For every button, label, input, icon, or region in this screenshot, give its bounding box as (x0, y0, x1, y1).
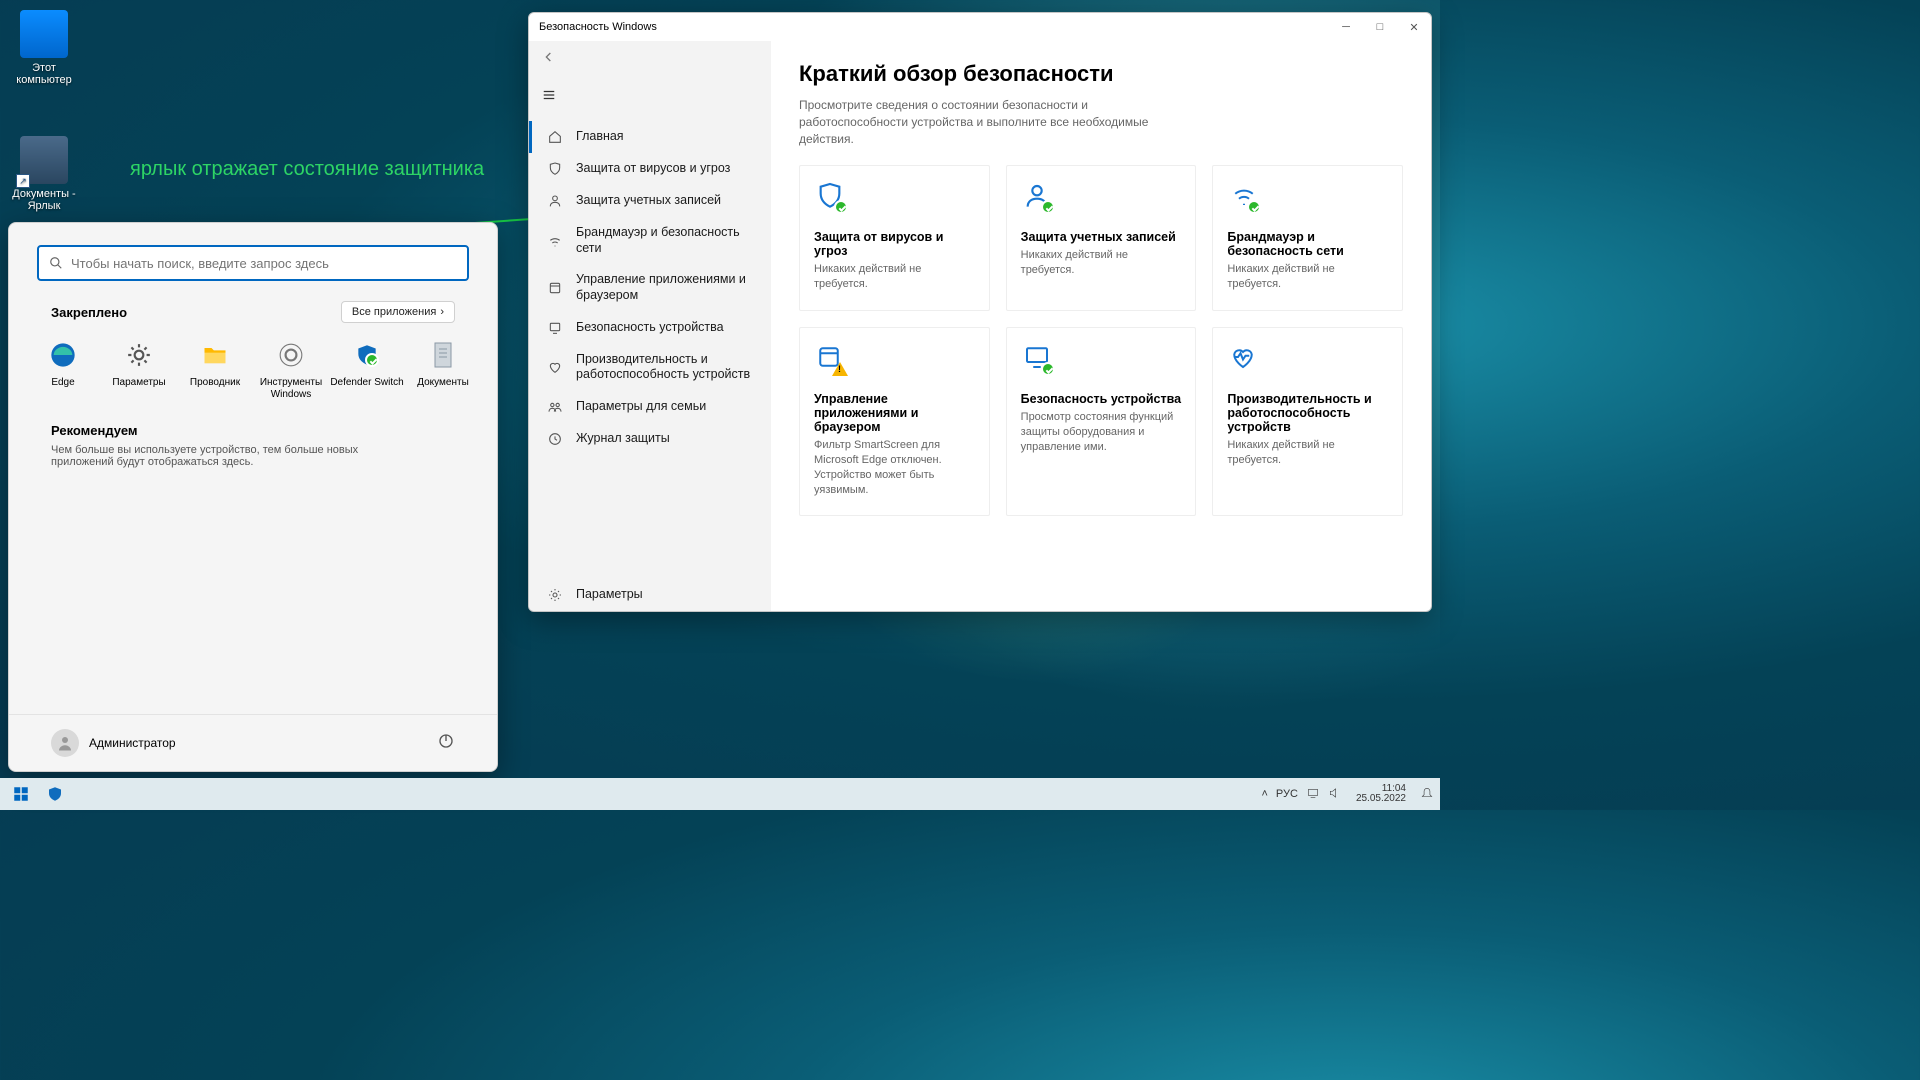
chevron-right-icon: › (440, 306, 444, 318)
page-lead: Просмотрите сведения о состоянии безопас… (799, 97, 1199, 147)
tile-wifi[interactable]: Брандмауэр и безопасность сетиНикаких де… (1212, 165, 1403, 311)
tools-icon (275, 339, 307, 371)
tray-chevron-icon[interactable]: ˄ (1261, 788, 1267, 800)
minimize-button[interactable]: ─ (1329, 13, 1363, 41)
taskbar: ˄ РУС 11:04 25.05.2022 (0, 778, 1440, 810)
start-menu: Закреплено Все приложения › Edge Парамет… (8, 222, 498, 772)
sidebar-item-device[interactable]: Безопасность устройства (529, 312, 771, 344)
edge-icon (47, 339, 79, 371)
tray-network-icon[interactable] (1306, 786, 1320, 803)
shield-icon (814, 180, 975, 216)
wifi-icon (546, 233, 564, 249)
tray-clock[interactable]: 11:04 25.05.2022 (1350, 784, 1412, 805)
power-button[interactable] (437, 732, 455, 755)
page-heading: Краткий обзор безопасности (799, 61, 1403, 87)
monitor-icon (20, 10, 68, 58)
pin-explorer[interactable]: Проводник (177, 335, 253, 411)
sidebar-item-heart[interactable]: Производительность и работоспособность у… (529, 344, 771, 391)
avatar-icon (51, 729, 79, 757)
start-menu-search[interactable] (37, 245, 469, 281)
search-icon (49, 256, 63, 270)
pin-defender-switch[interactable]: Defender Switch (329, 335, 405, 411)
maximize-button[interactable]: □ (1363, 13, 1397, 41)
family-icon (546, 399, 564, 415)
pin-documents[interactable]: Документы (405, 335, 481, 411)
history-icon (546, 431, 564, 447)
desktop-icon-label: Этот компьютер (6, 62, 82, 86)
app-icon (814, 342, 975, 378)
sidebar-item-settings[interactable]: Параметры (529, 579, 771, 611)
sidebar-item-person[interactable]: Защита учетных записей (529, 185, 771, 217)
app-icon (546, 280, 564, 296)
security-window: Безопасность Windows ─ □ ✕ ГлавнаяЗащита… (528, 12, 1432, 612)
shield-check-icon (351, 339, 383, 371)
home-icon (546, 129, 564, 145)
recommended-text: Чем больше вы используете устройство, те… (51, 444, 411, 468)
start-button[interactable] (6, 780, 36, 808)
gear-icon (546, 587, 564, 603)
sidebar-item-app[interactable]: Управление приложениями и браузером (529, 264, 771, 311)
tray-notifications-icon[interactable] (1420, 786, 1434, 803)
heart-icon (1227, 342, 1388, 378)
tile-heart[interactable]: Производительность и работоспособность у… (1212, 327, 1403, 516)
sidebar-item-family[interactable]: Параметры для семьи (529, 391, 771, 423)
search-input[interactable] (71, 256, 457, 271)
pin-windows-tools[interactable]: Инструменты Windows (253, 335, 329, 411)
sidebar: ГлавнаяЗащита от вирусов и угрозЗащита у… (529, 41, 771, 611)
desktop-icon-this-pc[interactable]: Этот компьютер (6, 10, 82, 86)
content-area: Краткий обзор безопасности Просмотрите с… (771, 41, 1431, 611)
desktop-icon-label: Документы - Ярлык (6, 188, 82, 212)
taskbar-app-security[interactable] (40, 780, 70, 808)
wifi-icon (1227, 180, 1388, 216)
gear-icon (123, 339, 155, 371)
back-button[interactable] (529, 41, 771, 78)
sidebar-item-home[interactable]: Главная (529, 121, 771, 153)
pinned-header: Закреплено (51, 305, 127, 320)
annotation-text: ярлык отражает состояние защитника (130, 158, 484, 181)
pin-edge[interactable]: Edge (25, 335, 101, 411)
device-icon (546, 320, 564, 336)
heart-icon (546, 359, 564, 375)
tray-volume-icon[interactable] (1328, 786, 1342, 803)
sidebar-item-wifi[interactable]: Брандмауэр и безопасность сети (529, 217, 771, 264)
person-icon (1021, 180, 1182, 216)
shield-icon (46, 785, 64, 803)
shortcut-arrow-icon: ↗ (16, 174, 30, 188)
device-icon (1021, 342, 1182, 378)
tray-language[interactable]: РУС (1276, 788, 1298, 800)
pinned-apps-grid: Edge Параметры Проводник Инструменты Win… (9, 331, 497, 411)
pin-settings[interactable]: Параметры (101, 335, 177, 411)
tile-app[interactable]: Управление приложениями и браузеромФильт… (799, 327, 990, 516)
hamburger-button[interactable] (529, 78, 771, 121)
sidebar-item-history[interactable]: Журнал защиты (529, 423, 771, 455)
desktop-icon-documents-shortcut[interactable]: ↗ Документы - Ярлык (6, 136, 82, 212)
recommended-header: Рекомендуем (51, 423, 455, 438)
all-apps-button[interactable]: Все приложения › (341, 301, 455, 323)
document-icon (427, 339, 459, 371)
tile-device[interactable]: Безопасность устройстваПросмотр состояни… (1006, 327, 1197, 516)
titlebar[interactable]: Безопасность Windows ─ □ ✕ (529, 13, 1431, 41)
tile-person[interactable]: Защита учетных записейНикаких действий н… (1006, 165, 1197, 311)
folder-icon (199, 339, 231, 371)
close-button[interactable]: ✕ (1397, 13, 1431, 41)
power-icon (437, 732, 455, 750)
window-title: Безопасность Windows (539, 21, 657, 33)
shield-icon (546, 161, 564, 177)
user-account-button[interactable]: Администратор (51, 729, 176, 757)
sidebar-item-shield[interactable]: Защита от вирусов и угроз (529, 153, 771, 185)
windows-icon (12, 785, 30, 803)
person-icon (546, 193, 564, 209)
tile-shield[interactable]: Защита от вирусов и угрозНикаких действи… (799, 165, 990, 311)
